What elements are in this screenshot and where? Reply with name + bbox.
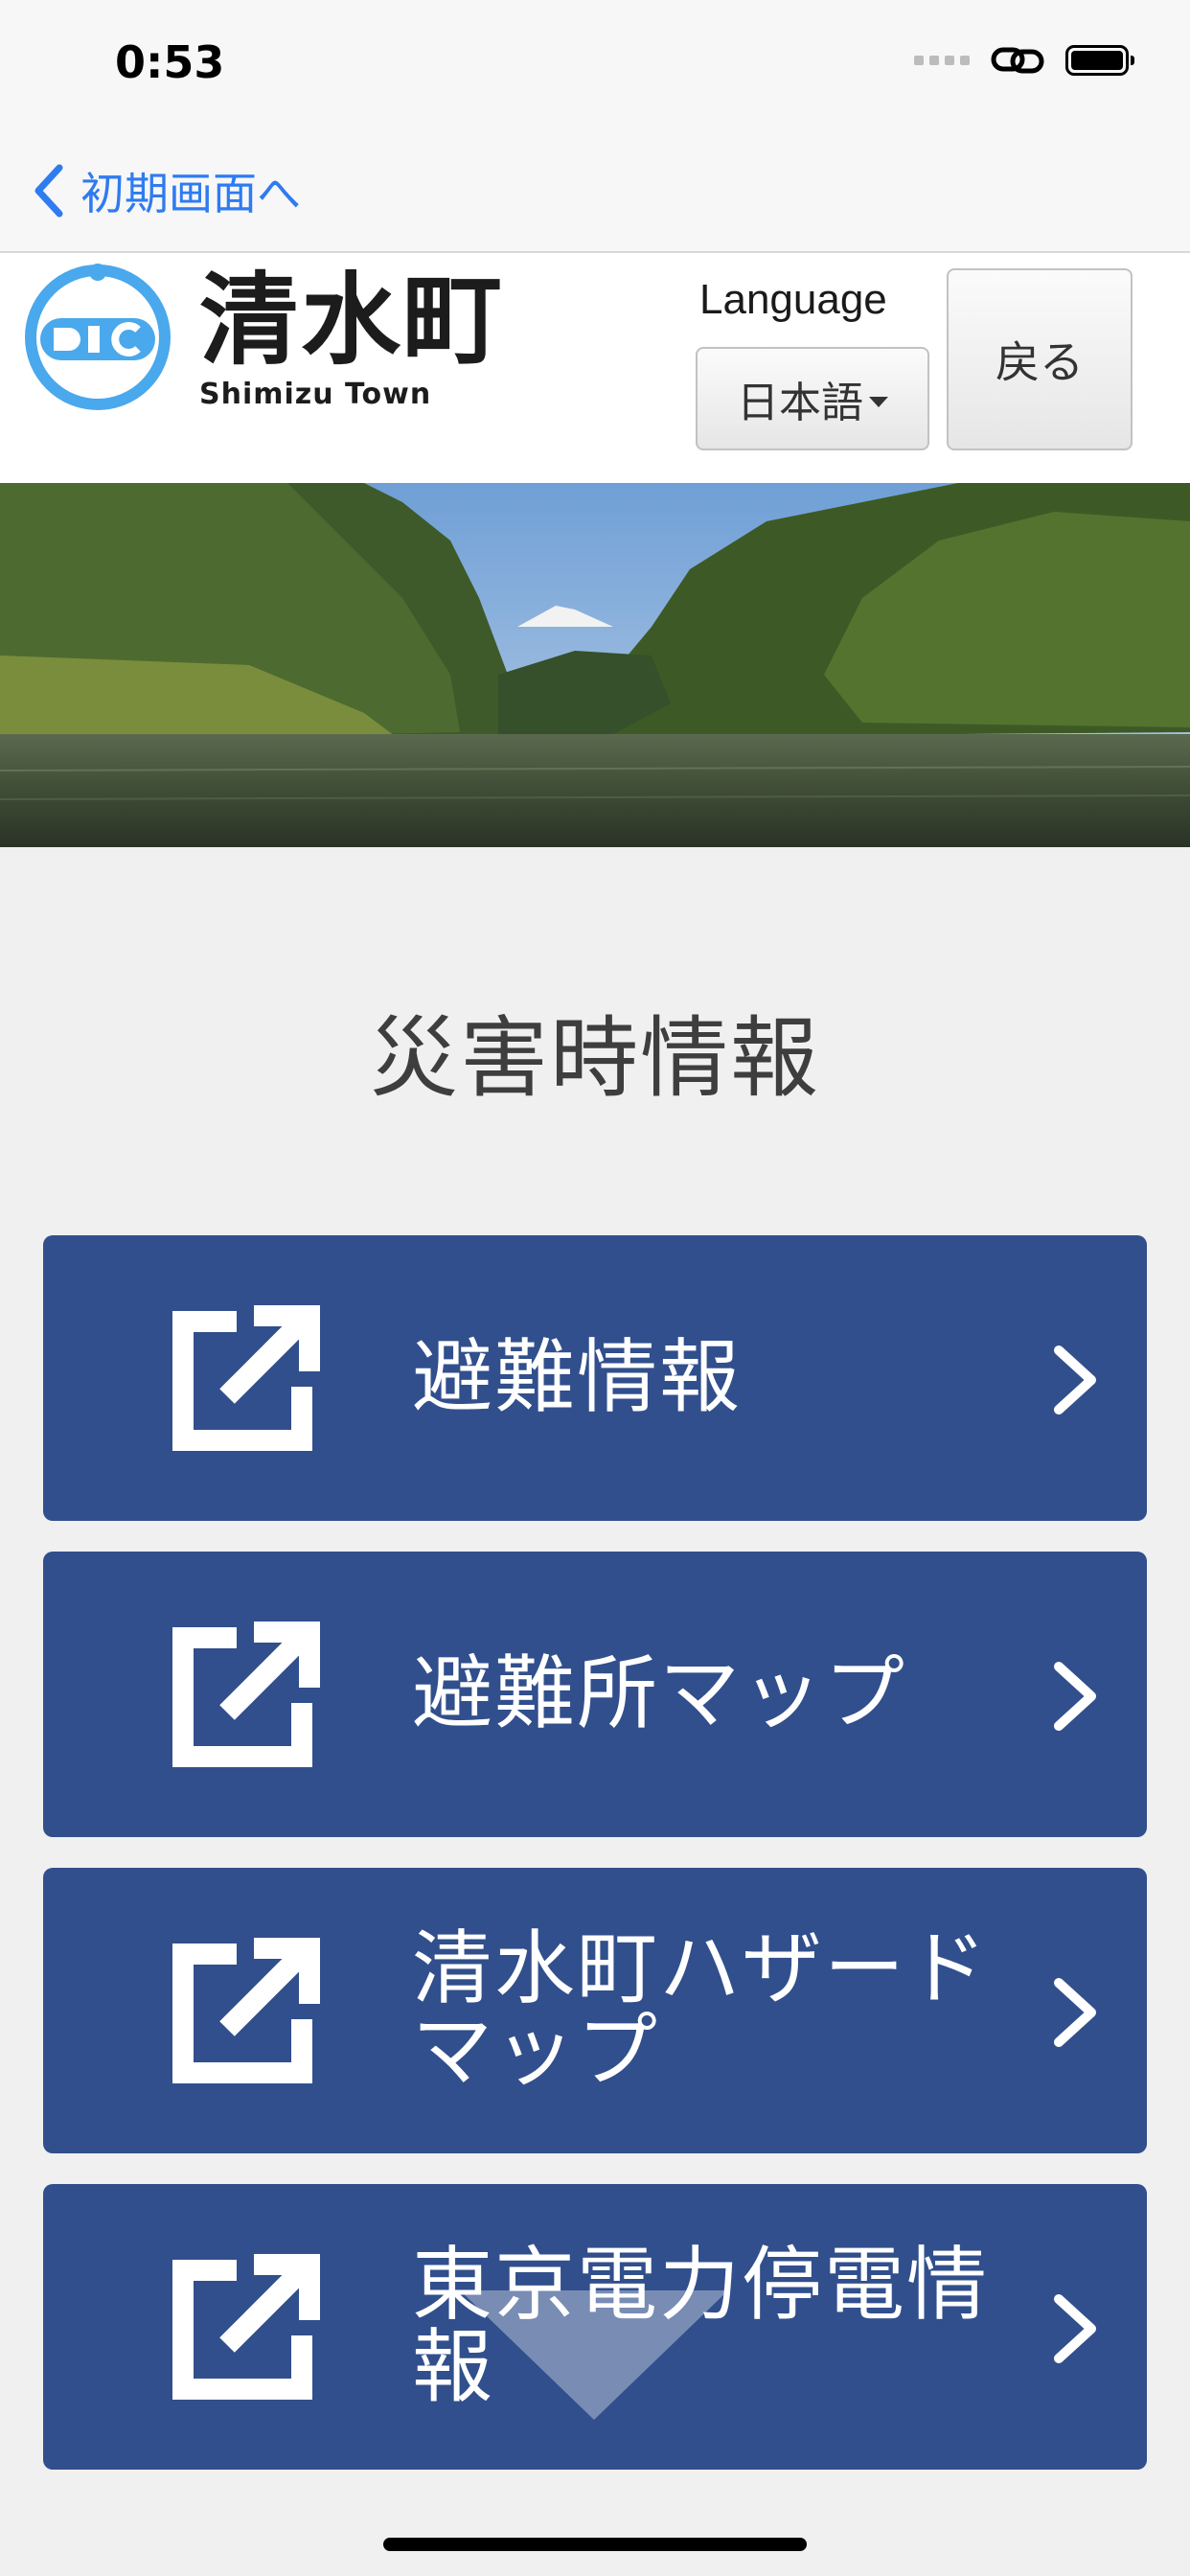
external-link-icon: [172, 1622, 320, 1767]
back-to-home-link[interactable]: 初期画面へ: [33, 159, 301, 222]
page-title: 災害時情報: [369, 1007, 820, 1110]
language-label: Language: [699, 276, 887, 323]
town-name-kanji: 清水町: [199, 262, 505, 379]
external-link-icon: [172, 2254, 320, 2400]
external-link-icon: [172, 1938, 320, 2083]
chevron-right-icon: [1054, 2294, 1096, 2363]
menu-button-label: 清水町ハザードマップ: [412, 1921, 990, 2098]
signal-dots-icon: [914, 56, 970, 65]
chevron-right-icon: [1054, 1978, 1096, 2047]
chevron-left-icon: [34, 164, 63, 218]
menu-button-evacuation-info[interactable]: 避難情報: [43, 1235, 1147, 1521]
chevron-right-icon: [1054, 1662, 1096, 1731]
town-logo[interactable]: [21, 259, 174, 412]
back-button[interactable]: 戻る: [947, 268, 1133, 450]
menu-button-label: 避難情報: [412, 1330, 743, 1425]
back-link-label: 初期画面へ: [80, 168, 301, 219]
status-icons: [914, 44, 1134, 77]
scroll-down-arrow-icon[interactable]: [450, 2281, 738, 2425]
battery-icon: [1065, 45, 1134, 76]
town-name-romaji: Shimizu Town: [199, 378, 432, 411]
menu-button-label: 避難所マップ: [412, 1646, 907, 1741]
external-link-icon: [172, 1305, 320, 1451]
caret-down-icon: [869, 396, 888, 407]
home-indicator[interactable]: [383, 2538, 807, 2551]
site-header: 清水町 Shimizu Town Language 日本語 戻る: [0, 253, 1190, 483]
status-time: 0:53: [115, 36, 225, 88]
menu-button-hazard-map[interactable]: 清水町ハザードマップ: [43, 1868, 1147, 2153]
status-bar: 0:53: [0, 0, 1190, 134]
town-emblem-icon: [25, 264, 171, 410]
hero-image: [0, 483, 1190, 847]
link-icon: [991, 47, 1044, 74]
navigation-bar: 初期画面へ: [0, 134, 1190, 253]
chevron-right-icon: [1054, 1346, 1096, 1414]
town-name: 清水町 Shimizu Town: [199, 270, 504, 411]
language-select[interactable]: 日本語: [696, 347, 929, 450]
menu-button-shelter-map[interactable]: 避難所マップ: [43, 1552, 1147, 1837]
language-selected-value: 日本語: [737, 379, 863, 427]
